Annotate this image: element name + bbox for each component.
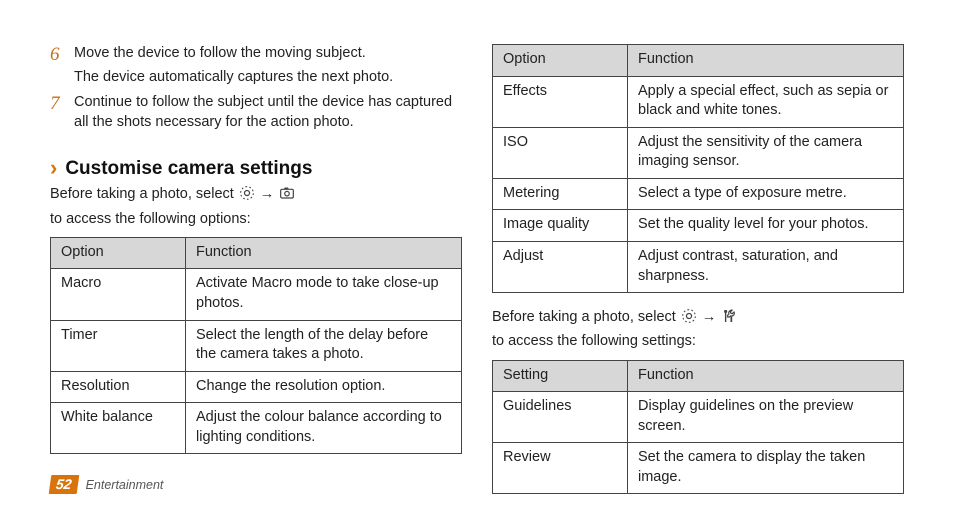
table-row: ReviewSet the camera to display the take…: [493, 443, 904, 494]
function-cell: Change the resolution option.: [186, 371, 462, 403]
col-header-function: Function: [186, 237, 462, 269]
function-cell: Activate Macro mode to take close-up pho…: [186, 269, 462, 320]
table-row: TimerSelect the length of the delay befo…: [51, 320, 462, 371]
function-cell: Select the length of the delay before th…: [186, 320, 462, 371]
arrow-icon: →: [260, 184, 275, 204]
function-cell: Adjust the sensitivity of the camera ima…: [628, 127, 904, 178]
table-row: ResolutionChange the resolution option.: [51, 371, 462, 403]
col-header-function: Function: [628, 360, 904, 392]
function-cell: Adjust the colour balance according to l…: [186, 403, 462, 454]
tools-icon: [720, 308, 738, 324]
table-row: EffectsApply a special effect, such as s…: [493, 76, 904, 127]
step-text: The device automatically captures the ne…: [74, 68, 393, 88]
step-6: 6 Move the device to follow the moving s…: [50, 44, 462, 87]
chevron-right-icon: ›: [50, 157, 57, 179]
option-cell: Resolution: [51, 371, 186, 403]
col-header-setting: Setting: [493, 360, 628, 392]
col-header-option: Option: [493, 45, 628, 77]
option-cell: Effects: [493, 76, 628, 127]
step-text: Move the device to follow the moving sub…: [74, 44, 393, 64]
option-cell: Macro: [51, 269, 186, 320]
options-table-2: Option Function EffectsApply a special e…: [492, 44, 904, 293]
function-cell: Set the quality level for your photos.: [628, 210, 904, 242]
function-cell: Apply a special effect, such as sepia or…: [628, 76, 904, 127]
table-row: White balanceAdjust the colour balance a…: [51, 403, 462, 454]
function-cell: Display guidelines on the preview screen…: [628, 392, 904, 443]
option-cell: White balance: [51, 403, 186, 454]
option-cell: Adjust: [493, 241, 628, 292]
option-cell: Timer: [51, 320, 186, 371]
intro-suffix: to access the following settings:: [492, 331, 696, 351]
intro-text-2: Before taking a photo, select → to acces…: [492, 307, 904, 352]
subsection-heading: › Customise camera settings: [50, 156, 462, 180]
intro-suffix: to access the following options:: [50, 209, 251, 229]
table-row: MacroActivate Macro mode to take close-u…: [51, 269, 462, 320]
option-cell: Metering: [493, 178, 628, 210]
step-7: 7 Continue to follow the subject until t…: [50, 93, 462, 132]
col-header-option: Option: [51, 237, 186, 269]
gear-icon: [680, 308, 698, 324]
options-table-1: Option Function MacroActivate Macro mode…: [50, 237, 462, 455]
intro-prefix: Before taking a photo, select: [492, 307, 676, 327]
setting-cell: Guidelines: [493, 392, 628, 443]
table-row: ISOAdjust the sensitivity of the camera …: [493, 127, 904, 178]
step-text: Continue to follow the subject until the…: [74, 93, 462, 132]
col-header-function: Function: [628, 45, 904, 77]
table-row: MeteringSelect a type of exposure metre.: [493, 178, 904, 210]
section-name: Entertainment: [86, 478, 164, 492]
right-column: Option Function EffectsApply a special e…: [492, 44, 904, 460]
step-number: 7: [50, 91, 64, 130]
setting-cell: Review: [493, 443, 628, 494]
page-footer: 52 Entertainment: [50, 475, 163, 494]
camera-icon: [278, 185, 296, 201]
intro-text-1: Before taking a photo, select → to acces…: [50, 184, 462, 229]
arrow-icon: →: [702, 307, 717, 327]
intro-prefix: Before taking a photo, select: [50, 184, 234, 204]
gear-icon: [238, 185, 256, 201]
function-cell: Adjust contrast, saturation, and sharpne…: [628, 241, 904, 292]
page-number: 52: [49, 475, 79, 494]
heading-text: Customise camera settings: [65, 158, 312, 180]
table-row: AdjustAdjust contrast, saturation, and s…: [493, 241, 904, 292]
step-list: 6 Move the device to follow the moving s…: [50, 44, 462, 132]
function-cell: Select a type of exposure metre.: [628, 178, 904, 210]
left-column: 6 Move the device to follow the moving s…: [50, 44, 462, 460]
table-row: GuidelinesDisplay guidelines on the prev…: [493, 392, 904, 443]
option-cell: ISO: [493, 127, 628, 178]
settings-table: Setting Function GuidelinesDisplay guide…: [492, 360, 904, 495]
option-cell: Image quality: [493, 210, 628, 242]
step-number: 6: [50, 42, 64, 85]
table-row: Image qualitySet the quality level for y…: [493, 210, 904, 242]
function-cell: Set the camera to display the taken imag…: [628, 443, 904, 494]
